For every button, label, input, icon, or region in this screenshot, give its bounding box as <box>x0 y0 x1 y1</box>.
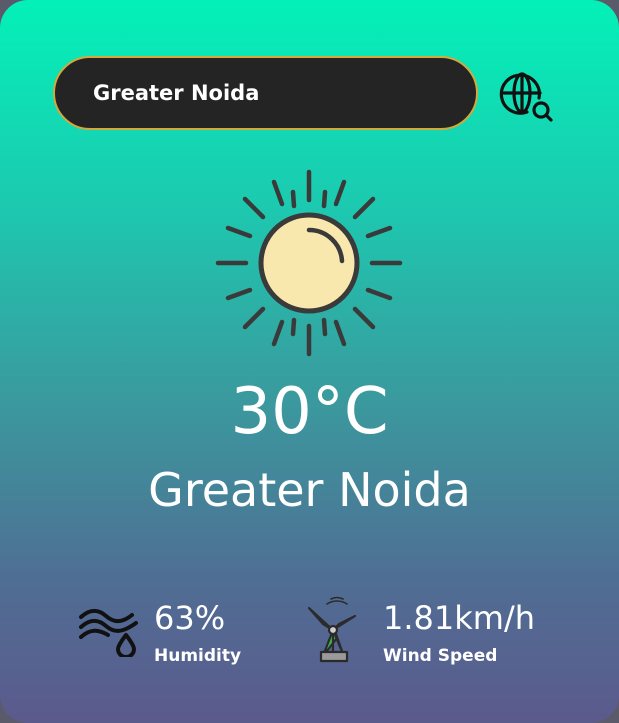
search-box <box>53 56 478 130</box>
humidity-icon <box>78 603 142 659</box>
weather-card: 30°C Greater Noida 63% Humidity <box>0 0 619 723</box>
sun-icon <box>215 169 403 357</box>
wind-speed-label: Wind Speed <box>383 646 498 666</box>
city-search-input[interactable] <box>93 58 453 128</box>
wind-speed-value: 1.81km/h <box>383 599 536 637</box>
wind-turbine-icon <box>303 594 363 664</box>
globe-search-icon <box>499 72 553 122</box>
search-button[interactable] <box>497 66 559 126</box>
weather-condition <box>214 168 404 358</box>
temperature: 30°C <box>230 375 389 449</box>
humidity-label: Humidity <box>154 646 242 666</box>
city-name: Greater Noida <box>148 463 471 517</box>
humidity-value: 63% <box>154 599 226 637</box>
